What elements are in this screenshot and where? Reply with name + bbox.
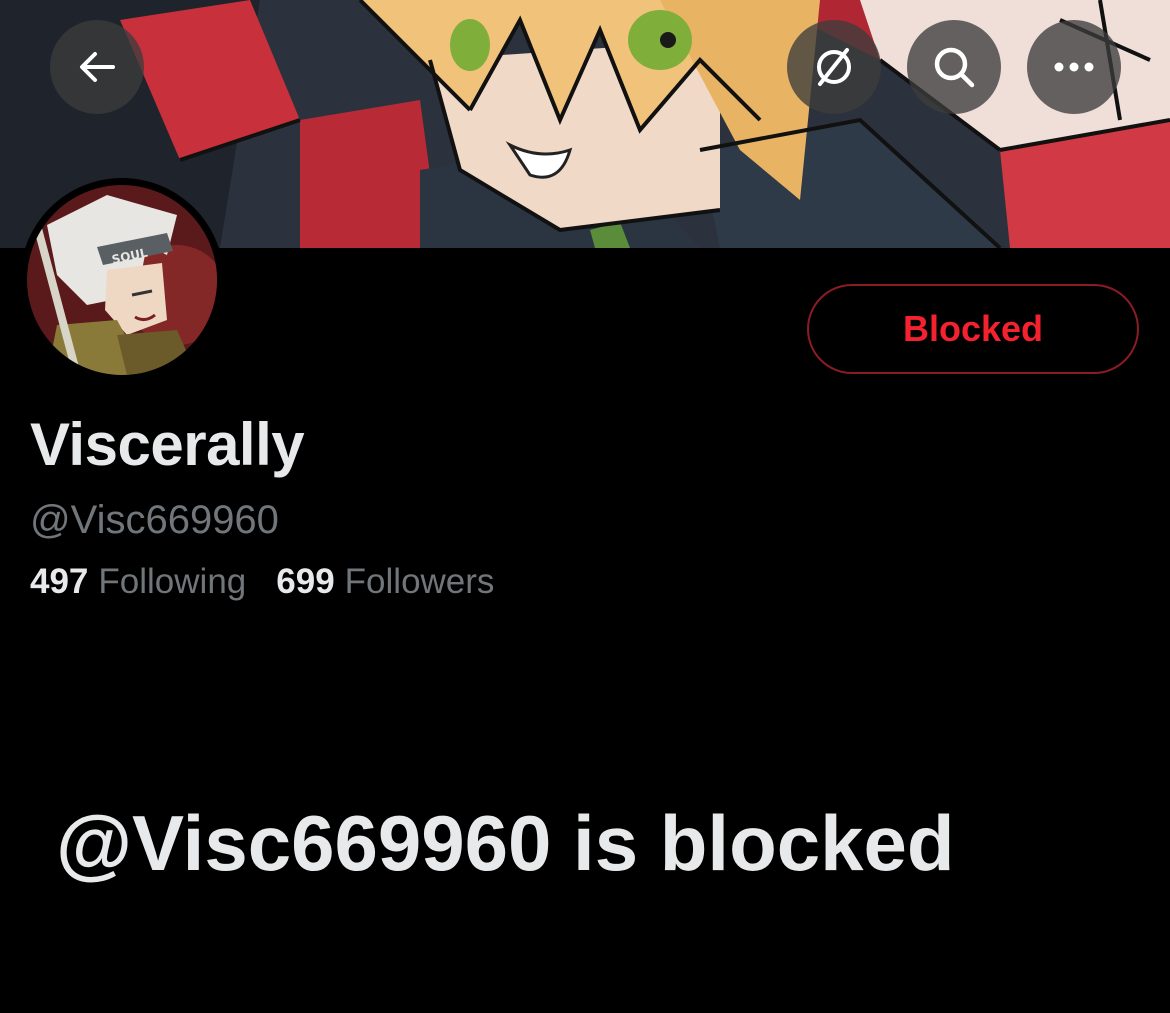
display-name: Viscerally (30, 411, 305, 478)
blocked-button[interactable]: Blocked (807, 284, 1139, 374)
search-icon (934, 47, 975, 88)
notifications-off-button[interactable] (787, 20, 881, 114)
followers-count: 699 (276, 562, 335, 601)
avatar-image: SOUL (27, 185, 217, 375)
following-label: Following (98, 562, 247, 601)
bell-slash-icon (817, 48, 851, 86)
handle: @Visc669960 (30, 498, 279, 542)
following-count: 497 (30, 562, 89, 601)
back-button[interactable] (50, 20, 144, 114)
arrow-left-icon (80, 52, 115, 82)
search-button[interactable] (907, 20, 1001, 114)
more-options-button[interactable] (1027, 20, 1121, 114)
profile-stats: 497 Following 699 Followers (30, 562, 494, 602)
more-horizontal-icon (1054, 62, 1094, 72)
following-stat[interactable]: 497 Following (30, 562, 246, 602)
blocked-notice: @Visc669960 is blocked (56, 799, 955, 887)
followers-stat[interactable]: 699 Followers (276, 562, 494, 602)
followers-label: Followers (344, 562, 495, 601)
avatar[interactable]: SOUL (20, 178, 224, 382)
